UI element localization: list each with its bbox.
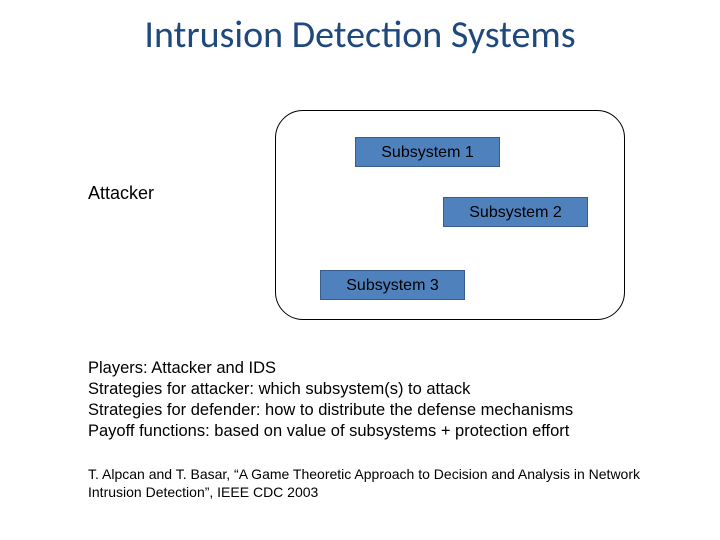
body-line-payoff: Payoff functions: based on value of subs… <box>88 421 668 442</box>
subsystem-3-box: Subsystem 3 <box>320 270 465 300</box>
body-line-defender-strategies: Strategies for defender: how to distribu… <box>88 400 668 421</box>
diagram-area: Attacker Subsystem 1 Subsystem 2 Subsyst… <box>0 105 720 345</box>
body-line-players: Players: Attacker and IDS <box>88 358 668 379</box>
attacker-label: Attacker <box>88 183 154 204</box>
body-line-attacker-strategies: Strategies for attacker: which subsystem… <box>88 379 668 400</box>
subsystem-2-box: Subsystem 2 <box>443 197 588 227</box>
subsystem-1-box: Subsystem 1 <box>355 137 500 167</box>
slide-title: Intrusion Detection Systems <box>0 0 720 58</box>
body-text: Players: Attacker and IDS Strategies for… <box>88 358 668 442</box>
citation-text: T. Alpcan and T. Basar, “A Game Theoreti… <box>88 465 668 501</box>
